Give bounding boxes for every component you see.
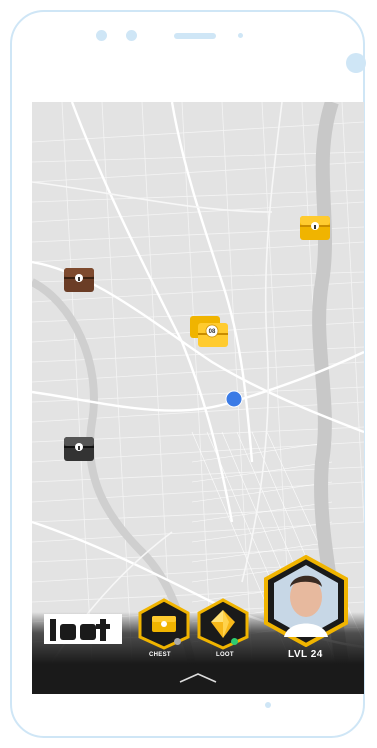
speaker-grille [174, 33, 216, 39]
front-camera [346, 53, 366, 73]
loot-label: LOOT [216, 652, 234, 658]
location-dot-icon[interactable] [225, 390, 243, 408]
chest-label: CHEST [149, 652, 171, 658]
chest-button[interactable]: CHEST [136, 598, 192, 660]
loot-button[interactable]: LOOT [195, 598, 251, 660]
navigation-bar [32, 664, 364, 694]
chest-hex-icon [138, 598, 190, 650]
profile-button[interactable]: LVL 24 [260, 554, 352, 665]
avatar [264, 554, 348, 648]
gold-chest-icon[interactable] [298, 212, 332, 242]
gold-chest-cluster-icon[interactable]: 08 [188, 313, 232, 351]
speaker-dot [238, 33, 243, 38]
loot-logo [44, 614, 122, 644]
chest-status-dot [174, 638, 181, 645]
cluster-count: 08 [209, 329, 216, 335]
game-screen: 08 CHEST LOOT LVL 24 [32, 102, 364, 694]
loot-status-dot [231, 638, 238, 645]
camera-dot [96, 30, 107, 41]
brown-chest-icon[interactable] [62, 264, 96, 294]
home-dot [265, 702, 271, 708]
gem-hex-icon [197, 598, 249, 650]
sensor-dot [126, 30, 137, 41]
level-label: LVL 24 [288, 649, 323, 660]
chevron-up-icon[interactable] [178, 672, 218, 684]
silver-chest-icon[interactable] [62, 433, 96, 463]
